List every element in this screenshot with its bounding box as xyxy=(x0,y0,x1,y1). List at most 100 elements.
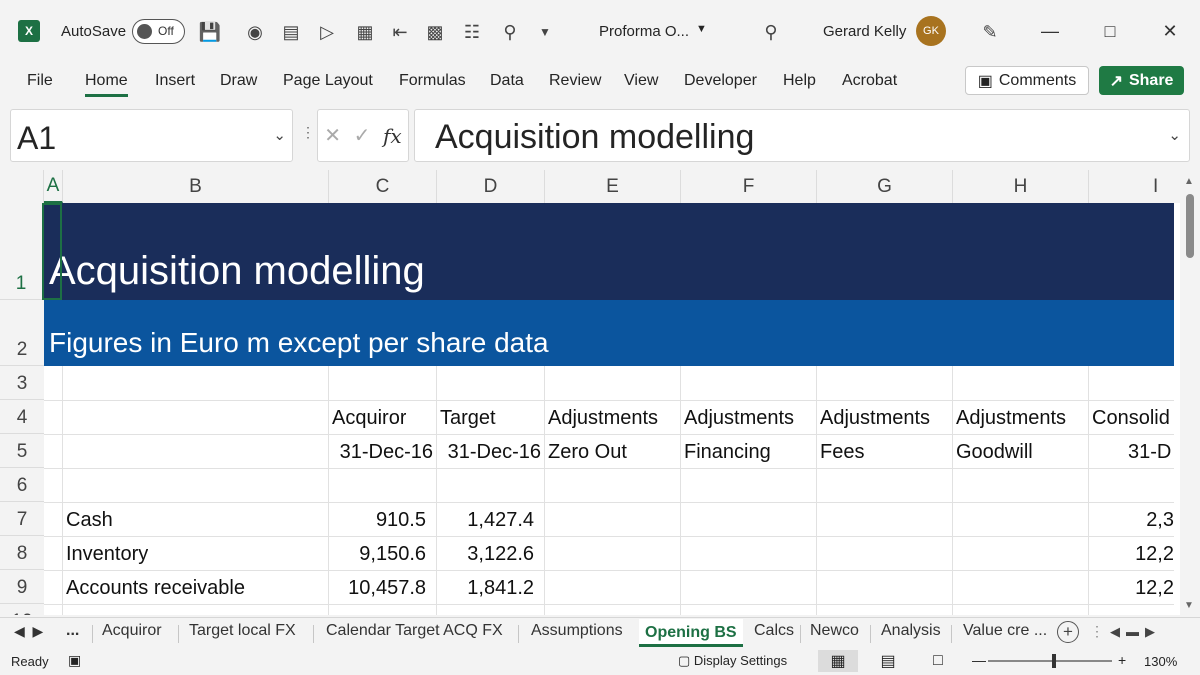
cell-i8[interactable]: 12,2 xyxy=(1088,543,1174,566)
column-header-c[interactable]: C xyxy=(329,170,437,203)
sheet-tab-calendar-target-acq-fx[interactable]: Calendar Target ACQ FX xyxy=(326,622,503,640)
select-all-corner[interactable] xyxy=(0,170,44,203)
row-header-10[interactable]: 10 xyxy=(0,604,44,615)
hierarchy-icon[interactable]: ☷ xyxy=(457,17,487,47)
row-header-4[interactable]: 4 xyxy=(0,400,44,434)
formula-expand-chevron-down-icon[interactable]: ⌄ xyxy=(1168,126,1181,144)
cell-i4[interactable]: Consolid xyxy=(1092,407,1174,430)
cell-a2-subtitle[interactable]: Figures in Euro m except per share data xyxy=(49,327,549,359)
cell-f4[interactable]: Adjustments xyxy=(684,407,794,430)
scroll-down-icon[interactable]: ▼ xyxy=(1184,600,1194,611)
row-header-1[interactable]: 1 xyxy=(0,203,44,300)
cell-h5[interactable]: Goodwill xyxy=(956,441,1033,464)
vertical-scrollbar[interactable]: ▲ ▼ xyxy=(1180,170,1200,615)
cell-i9[interactable]: 12,2 xyxy=(1088,577,1174,600)
display-settings-button[interactable]: ▢ Display Settings xyxy=(678,653,787,669)
sheet-tab-value-creation[interactable]: Value cre ... xyxy=(963,622,1047,640)
cell-c9[interactable]: 10,457.8 xyxy=(328,577,426,600)
import-icon[interactable]: ⇤ xyxy=(385,17,415,47)
column-header-d[interactable]: D xyxy=(437,170,545,203)
minimize-icon[interactable]: — xyxy=(1020,0,1080,62)
share-button[interactable]: ↗ Share xyxy=(1099,66,1184,95)
slideshow-icon[interactable]: ▷ xyxy=(312,17,342,47)
tab-page-layout[interactable]: Page Layout xyxy=(283,72,373,90)
cells-area[interactable]: Acquisition modelling Figures in Euro m … xyxy=(42,203,1180,615)
cancel-icon[interactable]: ✕ xyxy=(324,123,341,148)
name-box-chevron-down-icon[interactable]: ⌄ xyxy=(273,126,286,144)
cell-c5[interactable]: 31-Dec-16 xyxy=(328,441,433,464)
sheet-tab-calcs[interactable]: Calcs xyxy=(754,622,794,640)
document-title[interactable]: Proforma O... xyxy=(599,23,689,40)
tab-file[interactable]: File xyxy=(27,72,53,90)
row-header-5[interactable]: 5 xyxy=(0,434,44,468)
sheet-tab-target-local-fx[interactable]: Target local FX xyxy=(189,622,296,640)
tab-draw[interactable]: Draw xyxy=(220,72,257,90)
comments-button[interactable]: ▣ Comments xyxy=(965,66,1089,95)
scroll-up-icon[interactable]: ▲ xyxy=(1184,176,1194,187)
cell-d8[interactable]: 3,122.6 xyxy=(436,543,534,566)
macro-recording-icon[interactable]: ▣ xyxy=(68,652,81,669)
cell-g5[interactable]: Fees xyxy=(820,441,864,464)
pen-icon[interactable]: ✎ xyxy=(975,17,1005,47)
avatar[interactable]: GK xyxy=(916,16,946,46)
close-icon[interactable]: ✕ xyxy=(1140,0,1200,62)
scroll-thumb[interactable] xyxy=(1186,194,1194,258)
print-preview-icon[interactable]: ▤ xyxy=(276,17,306,47)
tab-review[interactable]: Review xyxy=(549,72,601,90)
column-header-g[interactable]: G xyxy=(817,170,953,203)
cell-h4[interactable]: Adjustments xyxy=(956,407,1066,430)
formula-bar-grip-icon[interactable]: ⋮ xyxy=(301,124,315,141)
tab-data[interactable]: Data xyxy=(490,72,524,90)
sheet-tab-more[interactable]: ... xyxy=(66,622,79,640)
tab-developer[interactable]: Developer xyxy=(684,72,757,90)
column-header-e[interactable]: E xyxy=(545,170,681,203)
zoom-slider[interactable] xyxy=(988,654,1112,668)
zoom-level[interactable]: 130% xyxy=(1144,654,1177,669)
cell-i7[interactable]: 2,3 xyxy=(1088,509,1174,532)
normal-view-icon[interactable]: ▦ xyxy=(818,650,858,672)
grid-layout-icon[interactable]: ▩ xyxy=(420,17,450,47)
cell-c8[interactable]: 9,150.6 xyxy=(328,543,426,566)
cell-d7[interactable]: 1,427.4 xyxy=(436,509,534,532)
zoom-in-icon[interactable]: + xyxy=(1118,652,1126,668)
name-box[interactable]: A1 ⌄ xyxy=(10,109,293,162)
cell-b7[interactable]: Cash xyxy=(66,509,113,532)
row-header-9[interactable]: 9 xyxy=(0,570,44,604)
cell-b8[interactable]: Inventory xyxy=(66,543,148,566)
cell-f5[interactable]: Financing xyxy=(684,441,771,464)
sheet-tab-acquiror[interactable]: Acquiror xyxy=(102,622,162,640)
sheet-tab-analysis[interactable]: Analysis xyxy=(881,622,941,640)
cell-b9[interactable]: Accounts receivable xyxy=(66,577,245,600)
cell-e4[interactable]: Adjustments xyxy=(548,407,658,430)
column-header-i[interactable]: I xyxy=(1089,170,1180,203)
maximize-icon[interactable]: □ xyxy=(1080,0,1140,62)
tab-insert[interactable]: Insert xyxy=(155,72,195,90)
page-layout-view-icon[interactable]: ▤ xyxy=(868,650,908,672)
worksheet-grid[interactable]: A B C D E F G H I 1 2 3 4 5 6 7 8 9 10 A… xyxy=(0,170,1180,615)
customize-qat-chevron-icon[interactable]: ▼ xyxy=(530,17,560,47)
cell-i5[interactable]: 31-D xyxy=(1128,441,1174,464)
cell-d9[interactable]: 1,841.2 xyxy=(436,577,534,600)
page-break-view-icon[interactable]: □ xyxy=(918,650,958,672)
calculator-icon[interactable]: ▦ xyxy=(350,17,380,47)
sheet-tab-assumptions[interactable]: Assumptions xyxy=(531,622,623,640)
tab-formulas[interactable]: Formulas xyxy=(399,72,466,90)
row-header-6[interactable]: 6 xyxy=(0,468,44,502)
user-name[interactable]: Gerard Kelly xyxy=(823,23,906,40)
sheet-tab-newco[interactable]: Newco xyxy=(810,622,859,640)
zoom-out-icon[interactable]: — xyxy=(972,652,986,668)
sheet-tab-opening-bs[interactable]: Opening BS xyxy=(639,619,743,647)
row-header-7[interactable]: 7 xyxy=(0,502,44,536)
sheet-nav-arrows-icon[interactable]: ◀ ▶ xyxy=(14,623,43,640)
cell-d4[interactable]: Target xyxy=(440,407,496,430)
horizontal-scroll-arrows-icon[interactable]: ◀▬▶ xyxy=(1110,624,1161,640)
cell-e5[interactable]: Zero Out xyxy=(548,441,627,464)
insert-function-button[interactable]: fx xyxy=(383,124,402,148)
zoom-slider-knob[interactable] xyxy=(1052,654,1056,668)
column-header-h[interactable]: H xyxy=(953,170,1089,203)
column-header-b[interactable]: B xyxy=(63,170,329,203)
find-icon[interactable]: ⚲ xyxy=(495,17,525,47)
column-header-a[interactable]: A xyxy=(44,170,63,203)
column-header-f[interactable]: F xyxy=(681,170,817,203)
add-sheet-plus-icon[interactable]: + xyxy=(1057,621,1079,643)
